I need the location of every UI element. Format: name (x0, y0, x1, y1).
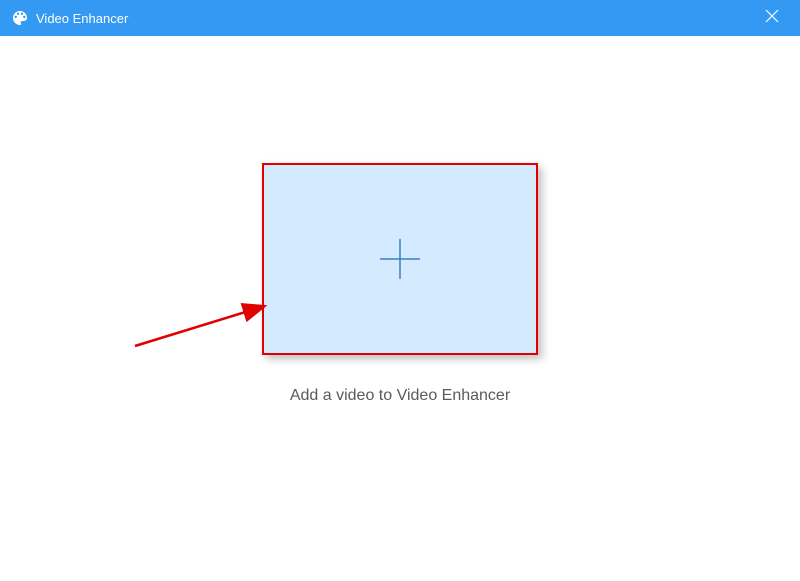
plus-icon (375, 234, 425, 284)
main-area: Add a video to Video Enhancer (0, 36, 800, 581)
arrow-annotation-icon (130, 296, 280, 356)
close-button[interactable] (756, 2, 788, 34)
dropzone-wrapper (262, 163, 538, 355)
app-title: Video Enhancer (36, 11, 128, 26)
close-icon (764, 8, 780, 29)
palette-icon (12, 10, 28, 26)
titlebar-left: Video Enhancer (12, 10, 128, 26)
add-video-dropzone[interactable] (262, 163, 538, 355)
titlebar: Video Enhancer (0, 0, 800, 36)
dropzone-caption: Add a video to Video Enhancer (290, 387, 510, 405)
